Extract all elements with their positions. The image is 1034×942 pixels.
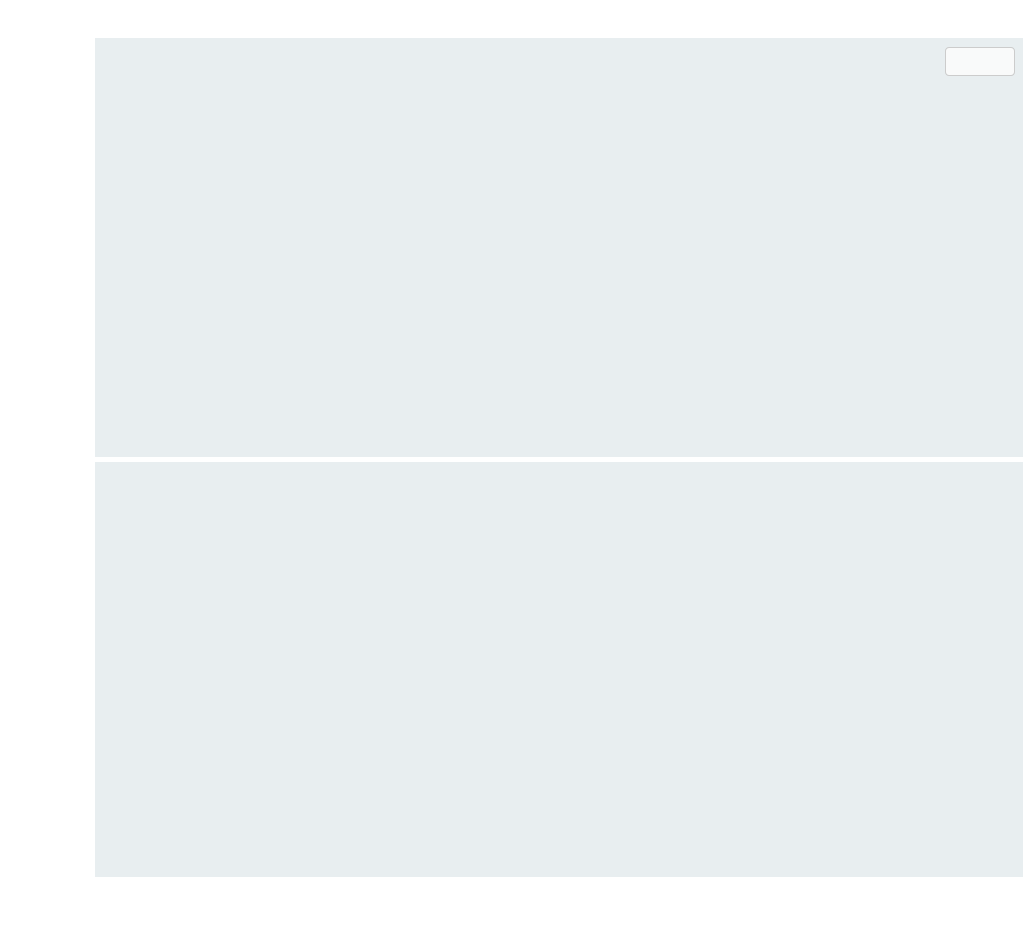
legend-line-icon (958, 60, 992, 63)
axes-economic-capital-ratio (95, 38, 1023, 457)
axes-absolute-change (95, 462, 1023, 877)
chart-figure (0, 0, 1034, 942)
legend (945, 47, 1015, 76)
